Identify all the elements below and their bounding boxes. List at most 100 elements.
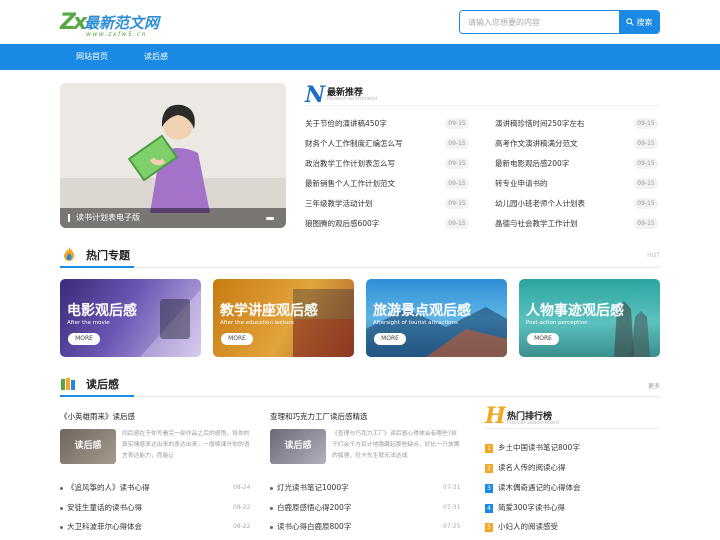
list-item[interactable]: 灯光读书笔记1000字 bbox=[270, 482, 349, 496]
news-item[interactable]: 演讲稿珍惜时间250字左右 bbox=[495, 118, 584, 132]
more-button[interactable]: MORE bbox=[221, 333, 253, 345]
list-item-date: 07-31 bbox=[443, 484, 461, 491]
list-item[interactable]: 白鹿原感悟心得200字 bbox=[270, 502, 351, 516]
news-item[interactable]: 最新电影观后感200字 bbox=[495, 158, 569, 172]
search-icon bbox=[625, 18, 634, 26]
topic-card-lecture[interactable]: 教学讲座观后感 After the education lecture MORE bbox=[213, 279, 354, 357]
ranking-item-title: 小妇人的阅读感受 bbox=[498, 522, 558, 531]
search-button-label: 搜索 bbox=[636, 17, 653, 27]
news-item[interactable]: 最新销售个人工作计划范文 bbox=[305, 178, 395, 192]
ranking-item[interactable]: 3 读木偶奇遇记的心得体会 bbox=[485, 482, 581, 496]
news-item[interactable]: 三年级教学活动计划 bbox=[305, 198, 373, 212]
news-date: 09-15 bbox=[445, 138, 469, 149]
nav-item-home[interactable]: 网站首页 bbox=[76, 44, 108, 70]
article-heading[interactable]: 《小英雄雨来》读后感 bbox=[60, 411, 135, 422]
ranking-item[interactable]: 5 小妇人的阅读感受 bbox=[485, 521, 558, 535]
news-date: 09-15 bbox=[634, 138, 658, 149]
more-button[interactable]: MORE bbox=[374, 333, 406, 345]
news-item[interactable]: 狼图腾的观后感600字 bbox=[305, 218, 379, 232]
main-nav: 网站首页 读后感 bbox=[0, 44, 720, 70]
news-title: 转专业申请书的 bbox=[495, 179, 548, 188]
news-item[interactable]: 幼儿园小班老师个人计划表 bbox=[495, 198, 585, 212]
search-button[interactable]: 搜索 bbox=[619, 11, 659, 33]
ranking-item-title: 简爱300字读书心得 bbox=[498, 503, 565, 512]
newest-header: N 最新推荐 Newest recommend bbox=[305, 82, 660, 108]
list-item[interactable]: 安徒生童话的读书心得 bbox=[60, 502, 142, 516]
bullet bbox=[60, 486, 63, 490]
news-date: 09-15 bbox=[445, 178, 469, 189]
ranking-item[interactable]: 4 简爱300字读书心得 bbox=[485, 502, 565, 516]
news-item[interactable]: 财务个人工作制度汇编怎么写 bbox=[305, 138, 403, 152]
slider-caption[interactable]: 读书计划表电子版 bbox=[60, 208, 286, 228]
hot-topics-header: 热门专题 HOT bbox=[60, 244, 660, 268]
article-thumbnail[interactable]: 读后感 bbox=[60, 429, 116, 464]
list-item[interactable]: 读书心得白鹿原800字 bbox=[270, 521, 351, 535]
topic-title: 电影观后感 bbox=[67, 303, 137, 319]
topic-card-people[interactable]: 人物事迹观后感 Post-action perception MORE bbox=[519, 279, 660, 357]
site-header: Zx 最新范文网 www.zxfw5.cn 搜索 bbox=[0, 0, 720, 44]
news-title: 三年级教学活动计划 bbox=[305, 199, 373, 208]
news-title: 高考作文演讲稿满分范文 bbox=[495, 139, 578, 148]
list-item-title: 灯光读书笔记1000字 bbox=[277, 483, 349, 492]
news-item[interactable]: 晶德与社会教学工作计划 bbox=[495, 218, 578, 232]
ranking-subtitle: Popular Leaderboard bbox=[507, 420, 559, 426]
article-excerpt: 同后感在于你写看完一部作品之后的感悟，将你的真实情感表达出来的表达出来，一般够课… bbox=[122, 431, 250, 459]
news-title: 政治教学工作计划表怎么写 bbox=[305, 159, 395, 168]
news-item[interactable]: 高考作文演讲稿满分范文 bbox=[495, 138, 578, 152]
hot-label: HOT bbox=[647, 252, 660, 259]
news-date: 09-15 bbox=[634, 198, 658, 209]
topic-subtitle: Post-action perception bbox=[526, 320, 588, 326]
list-item[interactable]: 大卫科波菲尔心得体会 bbox=[60, 521, 142, 535]
news-title: 幼儿园小班老师个人计划表 bbox=[495, 199, 585, 208]
flame-icon bbox=[64, 247, 75, 261]
bullet bbox=[60, 525, 63, 529]
hot-topics-title: 热门专题 bbox=[86, 249, 130, 262]
more-link[interactable]: 更多 bbox=[648, 381, 660, 390]
news-item[interactable]: 政治教学工作计划表怎么写 bbox=[305, 158, 395, 172]
newest-subtitle: Newest recommend bbox=[327, 96, 378, 102]
rank-number: 1 bbox=[485, 443, 493, 453]
news-item[interactable]: 关于节俭的演讲稿450字 bbox=[305, 118, 387, 132]
thumbnail-label: 读后感 bbox=[284, 441, 312, 451]
more-button[interactable]: MORE bbox=[68, 333, 100, 345]
ranking-letter: H bbox=[485, 403, 506, 429]
topic-title: 教学讲座观后感 bbox=[220, 303, 318, 319]
section-underline bbox=[60, 266, 134, 268]
featured-slider[interactable]: 读书计划表电子版 bbox=[60, 83, 286, 228]
news-title: 演讲稿珍惜时间250字左右 bbox=[495, 119, 585, 128]
ranking-item[interactable]: 1 乡土中国读书笔记800字 bbox=[485, 442, 580, 456]
rank-number: 5 bbox=[485, 522, 493, 532]
ranking-item-title: 读名人传的阅读心得 bbox=[498, 463, 566, 472]
logo-url: www.zxfw5.cn bbox=[86, 31, 147, 38]
topic-card-tourist[interactable]: 旅游景点观后感 Aftersight of tourist attraction… bbox=[366, 279, 507, 357]
rank-number: 3 bbox=[485, 483, 493, 493]
list-item-title: 读书心得白鹿原800字 bbox=[277, 522, 352, 531]
article-thumbnail[interactable]: 读后感 bbox=[270, 429, 326, 464]
topic-card-movie[interactable]: 电影观后感 After the movie MORE bbox=[60, 279, 201, 357]
news-date: 09-15 bbox=[634, 118, 658, 129]
newest-letter: N bbox=[305, 82, 326, 108]
ranking-item[interactable]: 2 读名人传的阅读心得 bbox=[485, 462, 566, 476]
bullet bbox=[60, 506, 63, 510]
site-logo[interactable]: Zx 最新范文网 www.zxfw5.cn bbox=[60, 10, 170, 38]
news-title: 财务个人工作制度汇编怎么写 bbox=[305, 139, 403, 148]
slider-dot[interactable] bbox=[266, 217, 274, 220]
bullet bbox=[270, 486, 273, 490]
logo-text: 最新范文网 bbox=[84, 14, 160, 32]
ranking-header: H 热门排行榜 Popular Leaderboard bbox=[485, 403, 660, 429]
news-item[interactable]: 转专业申请书的 bbox=[495, 178, 548, 192]
search-input[interactable] bbox=[460, 11, 620, 33]
reviews-title: 读后感 bbox=[86, 378, 119, 391]
ranking-item-title: 读木偶奇遇记的心得体会 bbox=[498, 483, 581, 492]
ranking-item-title: 乡土中国读书笔记800字 bbox=[498, 443, 580, 452]
list-item-date: 07-25 bbox=[443, 523, 461, 530]
list-item-date: 08-22 bbox=[233, 504, 251, 511]
nav-item-reviews[interactable]: 读后感 bbox=[144, 44, 168, 70]
article-heading[interactable]: 查理和巧克力工厂读后感精选 bbox=[270, 411, 368, 422]
more-button[interactable]: MORE bbox=[527, 333, 559, 345]
rank-number: 2 bbox=[485, 463, 493, 473]
topic-subtitle: After the movie bbox=[67, 320, 110, 326]
list-item[interactable]: 《追风筝的人》读书心得 bbox=[60, 482, 150, 496]
search-box: 搜索 bbox=[459, 10, 660, 34]
books-icon bbox=[61, 378, 75, 390]
